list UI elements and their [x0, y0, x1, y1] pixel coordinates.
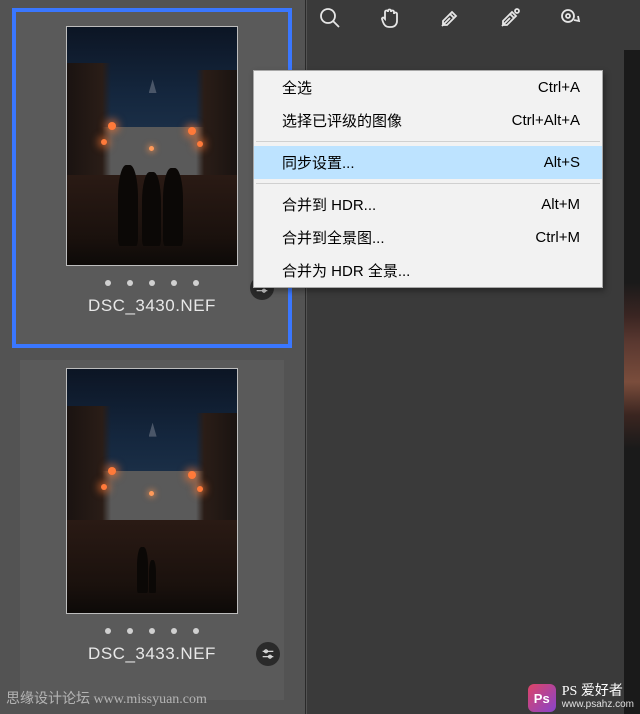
watermark-left: 思缘设计论坛 www.missyuan.com: [6, 688, 207, 708]
ps-logo-icon: Ps: [528, 684, 556, 712]
menu-item-merge-panorama[interactable]: 合并到全景图... Ctrl+M: [254, 221, 602, 254]
thumbnail-image[interactable]: [66, 368, 238, 614]
has-settings-icon: [256, 642, 280, 666]
rating-dots[interactable]: [26, 280, 278, 286]
zoom-tool-icon[interactable]: [317, 5, 343, 31]
thumbnail-image[interactable]: [66, 26, 238, 266]
menu-label: 合并到全景图...: [282, 227, 385, 248]
menu-separator: [256, 183, 600, 184]
thumbnail-filename: DSC_3430.NEF: [26, 296, 278, 316]
menu-shortcut: Ctrl+A: [538, 79, 580, 96]
menu-label: 全选: [282, 77, 312, 98]
preview-toolbar: [307, 0, 640, 36]
menu-separator: [256, 141, 600, 142]
rating-dots[interactable]: [20, 628, 284, 634]
menu-item-merge-hdr[interactable]: 合并到 HDR... Alt+M: [254, 188, 602, 221]
thumbnail-filename: DSC_3433.NEF: [20, 644, 284, 664]
menu-item-merge-hdr-panorama[interactable]: 合并为 HDR 全景...: [254, 254, 602, 287]
eyedropper-icon[interactable]: [437, 5, 463, 31]
menu-item-sync-settings[interactable]: 同步设置... Alt+S: [254, 146, 602, 179]
menu-shortcut: Alt+M: [541, 196, 580, 213]
color-sampler-icon[interactable]: [497, 5, 523, 31]
preview-image-edge: [624, 50, 640, 714]
thumbnail-item[interactable]: DSC_3433.NEF: [20, 360, 284, 700]
menu-shortcut: Ctrl+Alt+A: [512, 112, 580, 129]
menu-label: 选择已评级的图像: [282, 110, 402, 131]
targeted-adjustment-icon[interactable]: [557, 5, 583, 31]
thumbnail-item-selected[interactable]: DSC_3430.NEF: [12, 8, 292, 348]
menu-shortcut: Alt+S: [544, 154, 580, 171]
menu-label: 合并到 HDR...: [282, 194, 376, 215]
watermark-cn: PS 爱好者: [562, 685, 634, 700]
hand-tool-icon[interactable]: [377, 5, 403, 31]
menu-shortcut: Ctrl+M: [535, 229, 580, 246]
menu-item-select-rated[interactable]: 选择已评级的图像 Ctrl+Alt+A: [254, 104, 602, 137]
watermark-right: Ps PS 爱好者 www.psahz.com: [528, 684, 634, 712]
menu-label: 同步设置...: [282, 152, 355, 173]
menu-label: 合并为 HDR 全景...: [282, 260, 410, 281]
watermark-url: www.psahz.com: [562, 700, 634, 711]
menu-item-select-all[interactable]: 全选 Ctrl+A: [254, 71, 602, 104]
context-menu: 全选 Ctrl+A 选择已评级的图像 Ctrl+Alt+A 同步设置... Al…: [253, 70, 603, 288]
